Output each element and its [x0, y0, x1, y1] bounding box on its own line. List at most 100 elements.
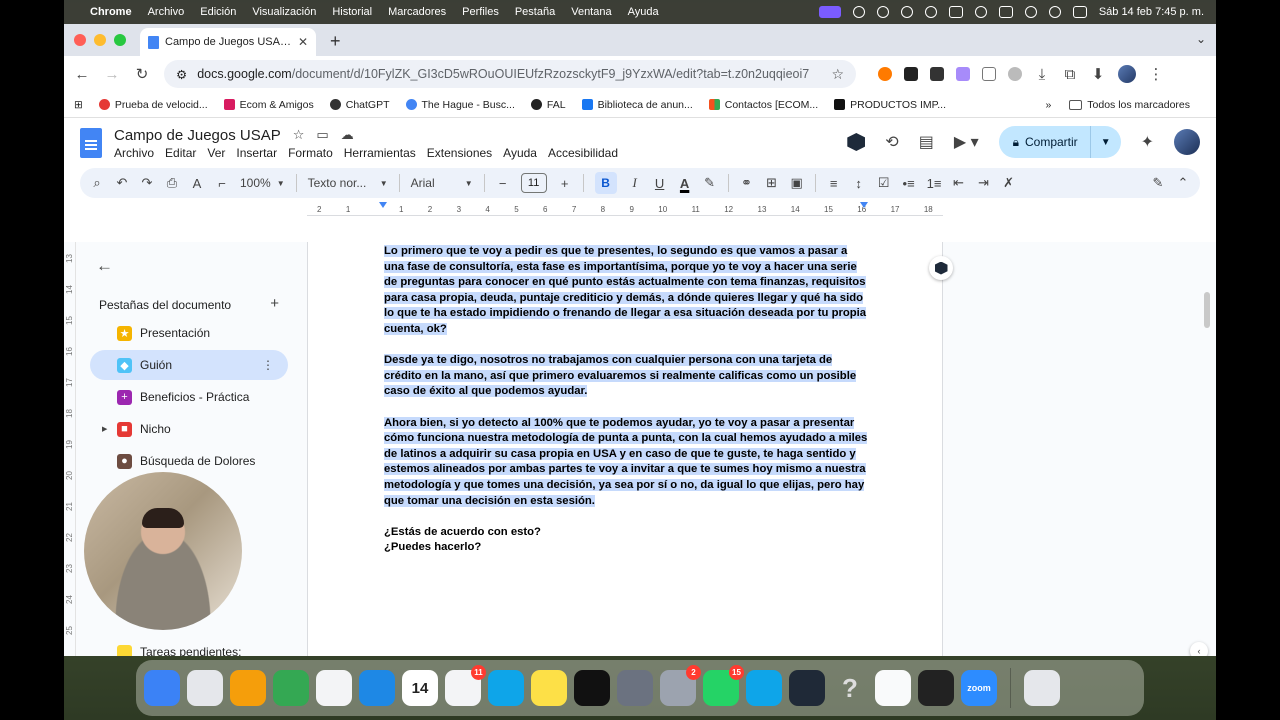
extension-icon[interactable]	[982, 67, 996, 81]
sidebar-tab-item[interactable]: ● Búsqueda de Dolores	[90, 446, 288, 476]
site-info-icon[interactable]: ⚙	[176, 67, 187, 82]
menu-extensiones[interactable]: Extensiones	[427, 146, 492, 160]
extension-icon[interactable]	[1008, 67, 1022, 81]
star-icon[interactable]: ☆	[293, 127, 305, 143]
bookmark-item[interactable]: Ecom & Amigos	[223, 99, 314, 111]
launchpad-icon[interactable]	[187, 670, 223, 706]
extension-hex-icon[interactable]	[847, 133, 866, 151]
capcut-icon[interactable]	[875, 670, 911, 706]
sidebar-tab-item[interactable]: ◆ Guión ⋮	[90, 350, 288, 380]
whatsapp-icon[interactable]: 15	[703, 665, 744, 706]
menubar-item[interactable]: Ventana	[571, 6, 611, 18]
menubar-item[interactable]: Historial	[332, 6, 372, 18]
version-history-icon[interactable]: ⟲	[885, 132, 898, 152]
bulleted-list-icon[interactable]: •≡	[902, 176, 916, 191]
apps-grid-icon[interactable]: ⊞	[74, 99, 83, 111]
account-avatar[interactable]	[1174, 129, 1200, 155]
tab-search-icon[interactable]: ⌄	[1196, 32, 1206, 46]
menu-formato[interactable]: Formato	[288, 146, 333, 160]
bookmark-item[interactable]: Biblioteca de anun...	[581, 99, 693, 111]
moon-icon[interactable]	[974, 6, 987, 18]
paint-format-icon[interactable]: ⌐	[215, 176, 229, 191]
gemini-sparkle-icon[interactable]: ✦	[1141, 132, 1154, 152]
sidebar-tab-item[interactable]: ▶ ■ Nicho	[90, 414, 288, 444]
collapse-side-panel-icon[interactable]: ‹	[1190, 642, 1208, 656]
increase-indent-icon[interactable]: ⇥	[977, 175, 991, 191]
document-line[interactable]: ¿Puedes hacerlo?	[384, 540, 870, 556]
print-icon[interactable]: ⎙	[165, 175, 179, 191]
comments-icon[interactable]: ▤	[919, 132, 934, 152]
horizontal-ruler[interactable]: 2 1 1 2 3 4 5 6 7 8 9 10 11 12 13 14 15 16 17 18	[307, 204, 943, 216]
document-paragraph[interactable]: Ahora bien, si yo detecto al 100% que te…	[384, 416, 870, 510]
play-status-icon[interactable]	[900, 6, 913, 18]
menubar-item[interactable]: Visualización	[252, 6, 316, 18]
increase-font-size-icon[interactable]: +	[558, 176, 572, 191]
puzzle-icon[interactable]: ⧉	[1062, 66, 1078, 83]
close-tab-icon[interactable]: ✕	[298, 35, 308, 49]
docs-logo-icon[interactable]	[80, 128, 102, 158]
sidebar-tab-item[interactable]: + Beneficios - Práctica	[90, 382, 288, 412]
menu-herramientas[interactable]: Herramientas	[344, 146, 416, 160]
bookmark-item[interactable]: ChatGPT	[329, 99, 390, 111]
download-ext-icon[interactable]: ⤓	[1034, 66, 1050, 83]
font-select[interactable]: Arial ▼	[411, 176, 473, 190]
menubar-item[interactable]: Edición	[200, 6, 236, 18]
screen-record-icon[interactable]	[818, 6, 841, 18]
reload-icon[interactable]: ↻	[134, 65, 150, 83]
all-bookmarks-button[interactable]: Todos los marcadores	[1069, 99, 1190, 111]
arrow-app-icon[interactable]	[488, 670, 524, 706]
app-store-icon[interactable]	[359, 670, 395, 706]
font-size-input[interactable]: 11	[520, 173, 547, 193]
document-page[interactable]: Lo primero que te voy a pedir es que te …	[307, 242, 943, 656]
editing-mode-icon[interactable]: ✎	[1151, 175, 1165, 191]
spellcheck-icon[interactable]: A	[190, 176, 204, 191]
battery-icon[interactable]	[998, 6, 1013, 18]
document-paragraph[interactable]: Lo primero que te voy a pedir es que te …	[384, 244, 870, 338]
omnibox[interactable]: ⚙ docs.google.com/document/d/10FylZK_GI3…	[164, 60, 856, 88]
bookmark-item[interactable]: The Hague - Busc...	[405, 99, 515, 111]
finder-icon[interactable]	[144, 670, 180, 706]
bookmark-item[interactable]: Prueba de velocid...	[98, 99, 208, 111]
notes-icon[interactable]	[531, 670, 567, 706]
menubar-item[interactable]: Marcadores	[388, 6, 446, 18]
status-app-icon[interactable]	[852, 6, 865, 18]
text-color-button[interactable]: A	[678, 176, 692, 191]
highlight-color-icon[interactable]: ✎	[703, 175, 717, 191]
photos-icon[interactable]	[230, 670, 266, 706]
spotlight-icon[interactable]	[1048, 6, 1061, 18]
numbered-list-icon[interactable]: 1≡	[927, 176, 942, 191]
bookmark-item[interactable]: FAL	[530, 99, 566, 111]
chrome-menu-icon[interactable]: ⋮	[1148, 65, 1164, 83]
clock-status-icon[interactable]	[924, 6, 937, 18]
insert-image-icon[interactable]: ▣	[790, 175, 804, 191]
decrease-font-size-icon[interactable]: −	[496, 176, 510, 191]
reminders-icon[interactable]: 11	[445, 665, 486, 706]
document-body[interactable]: Lo primero que te voy a pedir es que te …	[384, 244, 870, 556]
profile-avatar[interactable]	[1118, 65, 1136, 83]
insert-link-icon[interactable]: ⚭	[740, 175, 754, 191]
extension-icon[interactable]	[956, 67, 970, 81]
bookmark-item[interactable]: Contactos [ECOM...	[708, 99, 818, 111]
share-button[interactable]: 🔒︎ Compartir ▼	[998, 126, 1121, 158]
menubar-clock[interactable]: Sáb 14 feb 7:45 p. m.	[1099, 6, 1204, 18]
menubar-item[interactable]: Archivo	[148, 6, 185, 18]
extension-icon[interactable]	[904, 67, 918, 81]
expand-tab-icon[interactable]: ▶	[102, 425, 107, 433]
bold-button[interactable]: B	[594, 172, 617, 194]
browser-tab-active[interactable]: Campo de Juegos USAP - Do ✕	[140, 28, 316, 56]
menu-editar[interactable]: Editar	[165, 146, 196, 160]
back-arrow-icon[interactable]: ←	[96, 256, 113, 276]
undo-icon[interactable]: ↶	[115, 175, 129, 191]
cloud-saved-icon[interactable]: ☁	[341, 127, 354, 143]
menubar-item[interactable]: Ayuda	[628, 6, 659, 18]
share-dropdown-icon[interactable]: ▼	[1089, 126, 1121, 158]
tab-options-icon[interactable]: ⋮	[262, 358, 274, 372]
menu-ayuda[interactable]: Ayuda	[503, 146, 537, 160]
flame-app-icon[interactable]	[789, 670, 825, 706]
zoom-icon[interactable]: zoom	[961, 670, 997, 706]
bookmark-item[interactable]: PRODUCTOS IMP...	[834, 99, 946, 111]
line-spacing-icon[interactable]: ↕	[852, 176, 866, 191]
clear-formatting-icon[interactable]: ✗	[1002, 175, 1016, 191]
spotify-icon[interactable]	[574, 670, 610, 706]
display-icon[interactable]	[948, 6, 963, 18]
